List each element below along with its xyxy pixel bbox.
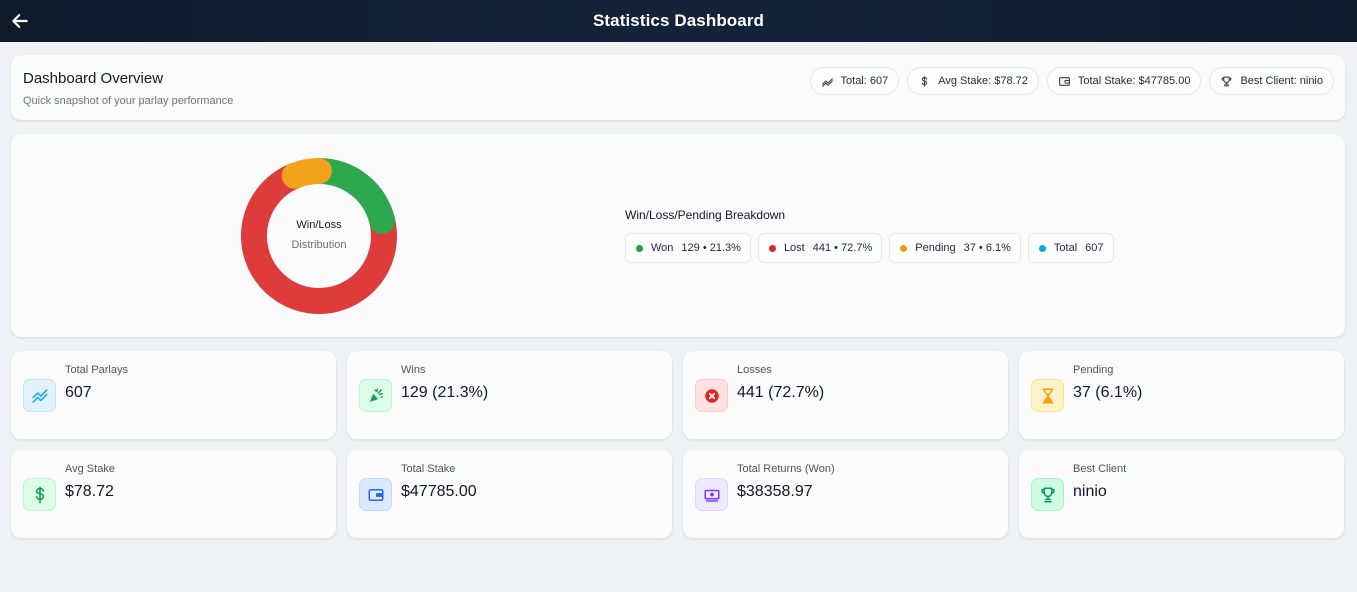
legend-dot bbox=[636, 244, 643, 252]
donut-center-subtitle: Distribution bbox=[291, 239, 347, 251]
legend-value: 129 • 21.3% bbox=[681, 242, 741, 254]
trophy-icon bbox=[1040, 487, 1055, 502]
stat-card-total-stake: Total Stake $47785.00 bbox=[347, 450, 672, 538]
overview-card: Dashboard Overview Quick snapshot of you… bbox=[11, 55, 1345, 120]
stat-value: $47785.00 bbox=[401, 483, 477, 500]
stat-label: Losses bbox=[737, 364, 772, 376]
dollar-icon bbox=[922, 75, 928, 87]
cash-icon bbox=[704, 489, 719, 502]
stat-label: Total Stake bbox=[401, 463, 456, 475]
chip-label: Best Client: ninio bbox=[1240, 75, 1323, 87]
legend-value: 441 • 72.7% bbox=[812, 242, 873, 254]
stat-icon-box bbox=[1031, 379, 1064, 412]
legend-value: 607 bbox=[1085, 242, 1104, 254]
stat-card-losses: Losses 441 (72.7%) bbox=[683, 351, 1008, 439]
summary-chips: Total: 607 Avg Stake: $78.72 Total Stake… bbox=[809, 67, 1334, 95]
legend-pending[interactable]: Pending 37 • 6.1% bbox=[889, 233, 1021, 263]
chip-best-client[interactable]: Best Client: ninio bbox=[1209, 67, 1334, 95]
stat-icon-box bbox=[695, 478, 728, 511]
stat-value: 129 (21.3%) bbox=[401, 384, 489, 401]
stat-label: Best Client bbox=[1073, 463, 1127, 475]
party-popper-icon bbox=[369, 388, 383, 402]
chip-total[interactable]: Total: 607 bbox=[809, 67, 900, 95]
stat-value: $78.72 bbox=[65, 483, 114, 500]
legend-name: Pending bbox=[915, 242, 956, 254]
trend-icon bbox=[32, 388, 47, 403]
legend-value: 37 • 6.1% bbox=[963, 242, 1011, 254]
page-title: Statistics Dashboard bbox=[592, 11, 765, 30]
stat-card-total-returns: Total Returns (Won) $38358.97 bbox=[683, 450, 1008, 538]
x-circle-icon bbox=[704, 388, 719, 403]
legend-dot bbox=[768, 244, 776, 252]
stat-icon-box bbox=[695, 379, 728, 412]
stat-value: 37 (6.1%) bbox=[1073, 384, 1143, 401]
overview-title: Dashboard Overview bbox=[23, 70, 164, 87]
stat-value: 441 (72.7%) bbox=[737, 384, 825, 401]
stat-label: Total Returns (Won) bbox=[737, 463, 835, 475]
stat-value: $38358.97 bbox=[737, 483, 813, 500]
stat-icon-box bbox=[359, 478, 392, 511]
stat-card-avg-stake: Avg Stake $78.72 bbox=[11, 450, 336, 538]
legend-total[interactable]: Total 607 bbox=[1027, 233, 1114, 263]
legend-lost[interactable]: Lost 441 • 72.7% bbox=[757, 233, 883, 263]
legend-name: Lost bbox=[783, 242, 805, 254]
legend-dot bbox=[1038, 244, 1046, 252]
stat-icon-box bbox=[23, 379, 56, 412]
breakdown-legend: Won 129 • 21.3% Lost 441 • 72.7% Pending… bbox=[625, 233, 1114, 263]
legend-won[interactable]: Won 129 • 21.3% bbox=[625, 233, 751, 263]
chip-total-stake[interactable]: Total Stake: $47785.00 bbox=[1046, 67, 1202, 95]
stat-label: Pending bbox=[1073, 364, 1114, 376]
donut-center-label: Win/Loss Distribution bbox=[269, 219, 369, 251]
stat-card-pending: Pending 37 (6.1%) bbox=[1019, 351, 1344, 439]
arrow-left-icon[interactable] bbox=[10, 11, 30, 31]
stat-card-best-client: Best Client ninio bbox=[1019, 450, 1344, 538]
stat-card-wins: Wins 129 (21.3%) bbox=[347, 351, 672, 439]
chip-avg-stake[interactable]: Avg Stake: $78.72 bbox=[907, 67, 1039, 95]
donut-center-title: Win/Loss bbox=[296, 219, 342, 231]
top-bar: Statistics Dashboard bbox=[0, 0, 1357, 42]
distribution-card: Win/Loss Distribution Win/Loss/Pending B… bbox=[11, 134, 1345, 337]
stat-label: Avg Stake bbox=[65, 463, 115, 475]
stat-label: Wins bbox=[401, 364, 426, 376]
legend-dot bbox=[900, 244, 908, 252]
breakdown: Win/Loss/Pending Breakdown Won 129 • 21.… bbox=[625, 208, 1114, 263]
stat-value: ninio bbox=[1073, 483, 1107, 500]
overview-subtitle: Quick snapshot of your parlay performanc… bbox=[23, 95, 234, 107]
legend-name: Won bbox=[651, 242, 674, 254]
trophy-icon bbox=[1222, 76, 1232, 86]
hourglass-icon bbox=[1042, 388, 1053, 403]
stat-card-total-parlays: Total Parlays 607 bbox=[11, 351, 336, 439]
wallet-icon bbox=[368, 488, 383, 501]
chip-label: Avg Stake: $78.72 bbox=[938, 75, 1028, 87]
trend-icon bbox=[821, 77, 833, 87]
stat-label: Total Parlays bbox=[65, 364, 128, 376]
stat-icon-box bbox=[359, 379, 392, 412]
stat-value: 607 bbox=[65, 384, 92, 401]
wallet-icon bbox=[1059, 76, 1070, 86]
stat-icon-box bbox=[1031, 478, 1064, 511]
chip-label: Total Stake: $47785.00 bbox=[1077, 75, 1191, 87]
stat-icon-box bbox=[23, 478, 56, 511]
chip-label: Total: 607 bbox=[840, 75, 889, 87]
breakdown-title: Win/Loss/Pending Breakdown bbox=[625, 208, 786, 222]
legend-name: Total bbox=[1053, 242, 1078, 254]
dollar-icon bbox=[35, 486, 44, 503]
